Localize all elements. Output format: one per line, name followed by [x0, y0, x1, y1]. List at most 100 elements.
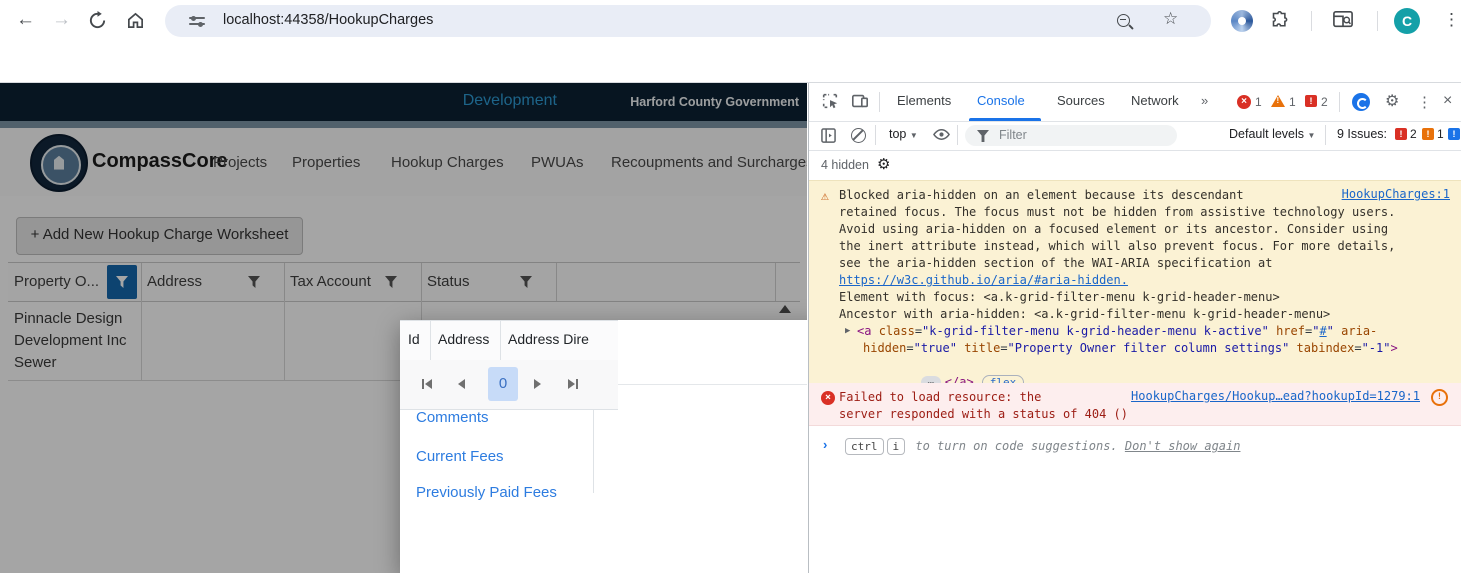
console-prompt[interactable]: › ctrl i to turn on code suggestions. Don… [809, 435, 1461, 459]
tab-current-fees[interactable]: Current Fees [416, 448, 504, 465]
url-text[interactable]: localhost:44358/HookupCharges [223, 12, 433, 28]
clear-console-icon[interactable] [851, 128, 866, 143]
devtools-settings-icon[interactable]: ⚙ [1385, 91, 1399, 111]
warning-count-icon[interactable] [1271, 95, 1285, 107]
error-text-line: server responded with a status of 404 () [839, 407, 1128, 421]
gear-icon[interactable]: ⚙ [877, 155, 890, 173]
console-filter-input[interactable]: Filter [965, 125, 1177, 146]
issue-warning-count: 1 [1437, 127, 1444, 141]
tab-console[interactable]: Console [977, 93, 1025, 108]
hidden-messages-row: 4 hidden ⚙ [809, 150, 1461, 181]
console-error-message[interactable]: × Failed to load resource: the server re… [809, 383, 1461, 426]
chevron-down-icon: ▼ [1307, 131, 1316, 140]
extensions-puzzle-icon[interactable] [1270, 10, 1291, 31]
open-issue-icon[interactable]: ! [1431, 389, 1448, 406]
reload-icon[interactable] [88, 11, 107, 30]
zoom-out-icon[interactable] [1117, 14, 1130, 27]
error-icon: × [821, 391, 835, 405]
back-icon[interactable]: ← [16, 10, 35, 29]
error-source-link[interactable]: HookupCharges/Hookup…ead?hookupId=1279:1 [1131, 389, 1420, 403]
pager-last-icon[interactable] [568, 379, 578, 389]
issues-count[interactable]: 2 [1321, 95, 1328, 109]
warning-text-line: see the aria-hidden section of the WAI-A… [839, 256, 1273, 270]
address-bar[interactable]: localhost:44358/HookupCharges ☆ [165, 5, 1211, 37]
dialog-col-address[interactable]: Address [430, 321, 501, 360]
issue-error-icon[interactable]: ! [1395, 128, 1407, 140]
dialog-grid: Id Address Address Dire 0 [400, 320, 618, 573]
pager-page-0[interactable]: 0 [488, 367, 518, 401]
issue-error-count: 2 [1410, 127, 1417, 141]
console-warning-message[interactable]: ⚠ Blocked aria-hidden on an element beca… [809, 180, 1461, 390]
devtools-menu-icon[interactable]: ⋮ [1417, 93, 1432, 111]
error-count[interactable]: 1 [1255, 95, 1262, 109]
warning-source-link[interactable]: HookupCharges:1 [1342, 187, 1450, 201]
warning-count[interactable]: 1 [1289, 95, 1296, 109]
issue-info-icon[interactable]: ! [1448, 128, 1460, 140]
expand-triangle-icon[interactable]: ▶ [845, 326, 850, 336]
warning-text-line: retained focus. The focus must not be hi… [839, 205, 1396, 219]
warning-text-line: Blocked aria-hidden on an element becaus… [839, 188, 1244, 202]
screen: ← → localhost:44358/HookupCharges ☆ C ⋮ … [0, 0, 1461, 573]
element-markup-line: hidden="true" title="Property Owner filt… [863, 341, 1398, 355]
error-count-icon[interactable]: × [1237, 95, 1251, 109]
dialog-grid-header: Id Address Address Dire [400, 320, 618, 361]
side-panel-search-icon[interactable] [1332, 10, 1354, 30]
home-icon[interactable] [126, 11, 145, 30]
devtools-panel: Elements Console Sources Network » × 1 1… [808, 83, 1461, 573]
hidden-count-label[interactable]: 4 hidden [821, 158, 869, 172]
more-tabs-icon[interactable]: » [1201, 93, 1208, 108]
dialog-col-address-direction[interactable]: Address Dire [500, 321, 618, 360]
tab-comments[interactable]: Comments [416, 409, 489, 426]
toolbar-separator [1377, 11, 1378, 31]
bookmark-star-icon[interactable]: ☆ [1163, 9, 1178, 29]
toolbar-separator [957, 125, 958, 145]
ancestor-element-line: Ancestor with aria-hidden: <a.k-grid-fil… [839, 307, 1331, 321]
toolbar-separator [1325, 125, 1326, 145]
issue-warning-icon[interactable]: ! [1422, 128, 1434, 140]
tab-sources[interactable]: Sources [1057, 93, 1105, 108]
key-i: i [886, 438, 906, 455]
extension-swirl-icon[interactable] [1231, 10, 1253, 32]
devtools-tabbar: Elements Console Sources Network » × 1 1… [809, 83, 1461, 122]
devtools-close-icon[interactable]: × [1443, 92, 1452, 110]
browser-toolbar: ← → localhost:44358/HookupCharges ☆ C ⋮ [0, 0, 1461, 42]
element-markup-line[interactable]: <a class="k-grid-filter-menu k-grid-head… [857, 323, 1377, 340]
ai-assistance-icon[interactable] [1352, 93, 1370, 111]
prompt-chevron-icon: › [823, 437, 828, 452]
web-page: Development Harford County Government Co… [0, 83, 807, 573]
console-toolbar: top ▼ Filter Default levels ▼ 9 Issues: … [809, 121, 1461, 151]
tab-network[interactable]: Network [1131, 93, 1179, 108]
issues-link[interactable]: 9 Issues: [1337, 127, 1387, 141]
context-selector[interactable]: top ▼ [889, 127, 918, 141]
live-expression-eye-icon[interactable] [933, 127, 950, 142]
console-sidebar-icon[interactable] [821, 128, 836, 143]
toolbar-separator [875, 125, 876, 145]
devtools-separator [1339, 92, 1340, 112]
edit-dialog: Edit Property Information Other Informat… [400, 320, 807, 573]
device-toolbar-icon[interactable] [851, 92, 869, 110]
pager-first-icon[interactable] [422, 379, 432, 389]
tab-elements[interactable]: Elements [897, 93, 951, 108]
inspect-element-icon[interactable] [821, 92, 839, 110]
bookmarks-bar: kendo core vertical tabs G Google HTML_C… [0, 42, 1461, 141]
dialog-pager: 0 [400, 360, 618, 410]
issues-count-icon[interactable]: ! [1305, 95, 1317, 107]
tab-previously-paid-fees[interactable]: Previously Paid Fees [416, 484, 557, 501]
key-ctrl: ctrl [845, 438, 884, 455]
dialog-col-id[interactable]: Id [400, 321, 431, 360]
chevron-down-icon: ▼ [909, 131, 918, 140]
pager-prev-icon[interactable] [458, 379, 465, 389]
warning-icon: ⚠ [821, 189, 829, 204]
focus-element-line: Element with focus: <a.k-grid-filter-men… [839, 290, 1280, 304]
site-settings-icon[interactable] [189, 14, 205, 28]
pager-next-icon[interactable] [534, 379, 541, 389]
aria-spec-link[interactable]: https://w3c.github.io/aria/#aria-hidden. [839, 272, 1128, 289]
log-levels-dropdown[interactable]: Default levels ▼ [1229, 127, 1315, 141]
profile-avatar[interactable]: C [1394, 8, 1420, 34]
forward-icon[interactable]: → [52, 10, 71, 29]
warning-text-line: Avoid using aria-hidden on a focused ele… [839, 222, 1389, 236]
browser-menu-icon[interactable]: ⋮ [1443, 11, 1460, 28]
element-markup-close: …</a>flex [863, 357, 1025, 390]
dont-show-again-link[interactable]: Don't show again [1125, 439, 1241, 453]
suggestion-hint-text: to turn on code suggestions. [908, 439, 1125, 453]
